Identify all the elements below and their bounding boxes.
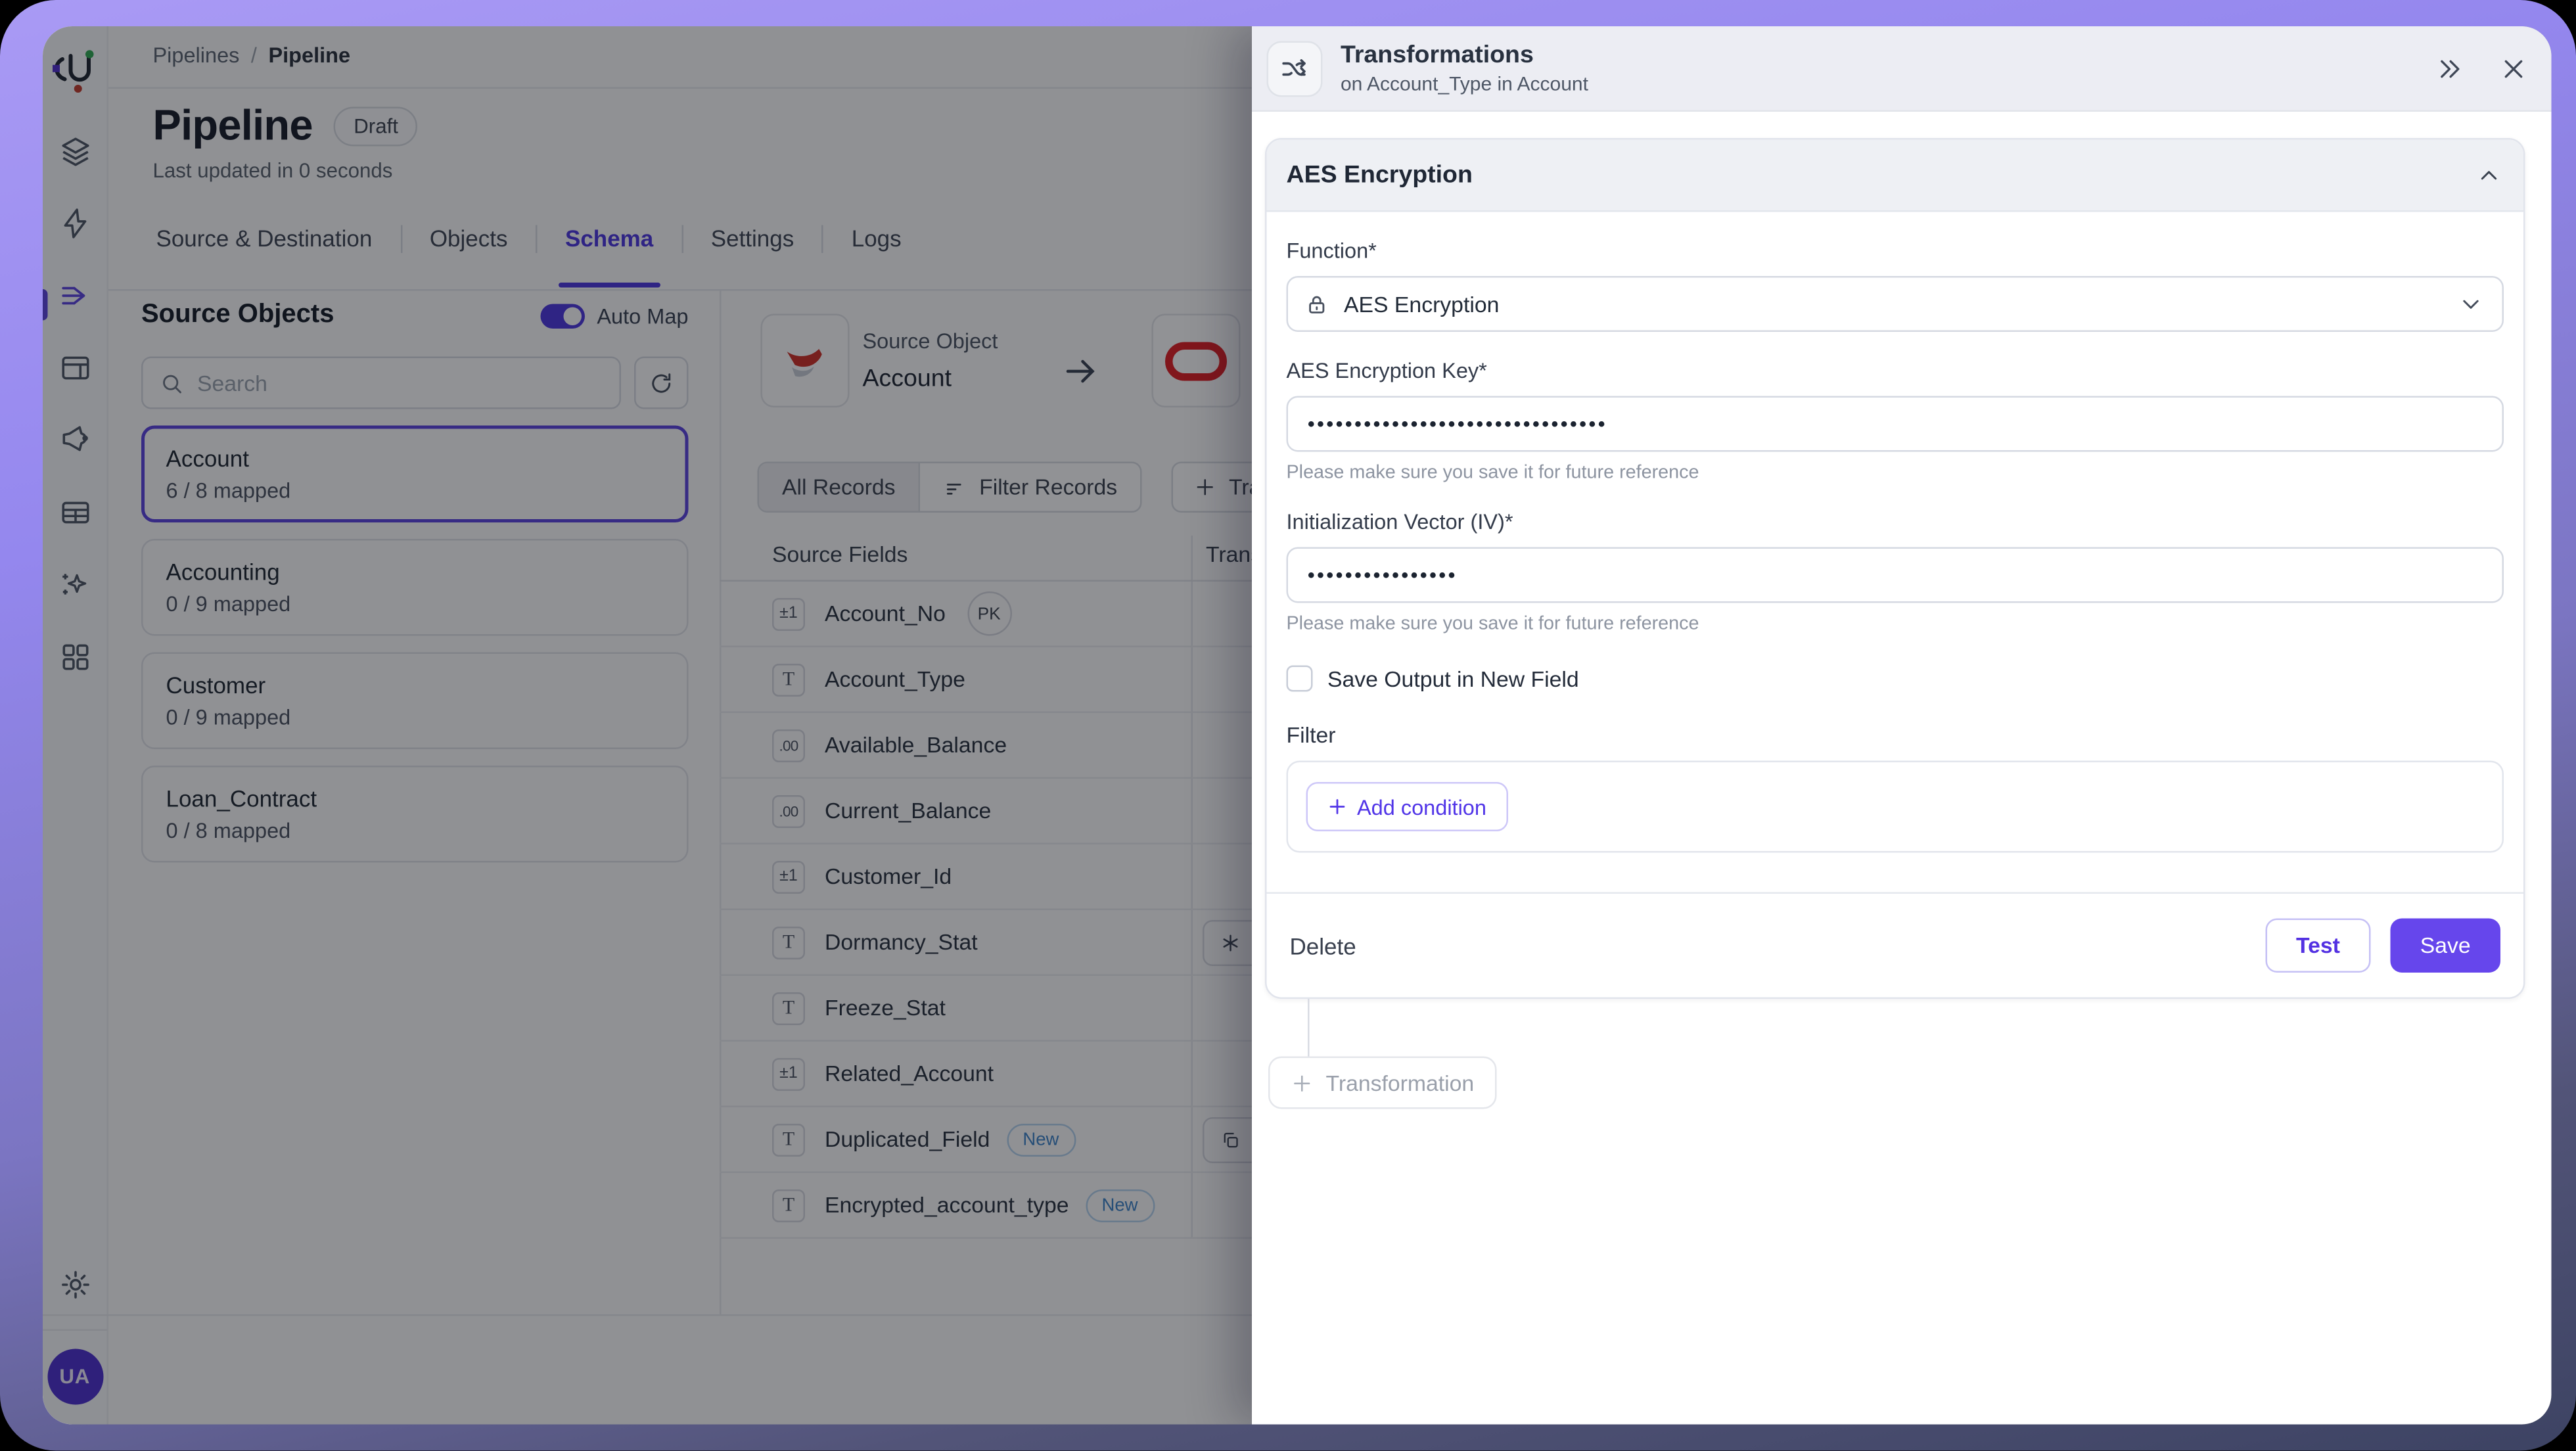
lock-icon	[1304, 292, 1329, 317]
add-transformation-button[interactable]: Transformation	[1268, 1057, 1497, 1109]
transformation-connector-line	[1308, 999, 1310, 1057]
plus-icon	[1291, 1072, 1313, 1094]
accordion-header[interactable]: AES Encryption	[1267, 140, 2524, 212]
drawer-title: Transformations	[1341, 41, 1588, 70]
function-label: Function*	[1287, 239, 2504, 264]
filter-conditions-box: Add condition	[1287, 761, 2504, 853]
filter-label: Filter	[1287, 723, 2504, 748]
save-button[interactable]: Save	[2391, 919, 2501, 973]
iv-label: Initialization Vector (IV)*	[1287, 509, 2504, 534]
iv-field[interactable]: ••••••••••••••••	[1287, 547, 2504, 603]
panel-footer: Delete Test Save	[1267, 892, 2524, 998]
app-window: UA Pipelines / Pipeline Pipeline Draft L…	[43, 26, 2552, 1425]
plus-icon	[1327, 797, 1347, 817]
shuffle-icon-button[interactable]	[1267, 40, 1323, 96]
chevron-down-icon	[2460, 292, 2483, 315]
shuffle-icon	[1280, 53, 1310, 83]
aes-encryption-panel: AES Encryption Function* AES Encryption …	[1265, 138, 2525, 999]
aes-key-helper: Please make sure you save it for future …	[1287, 463, 2504, 483]
aes-key-field[interactable]: ••••••••••••••••••••••••••••••••	[1287, 396, 2504, 452]
collapse-drawer-icon[interactable]	[2437, 55, 2463, 81]
iv-helper: Please make sure you save it for future …	[1287, 614, 2504, 634]
test-button[interactable]: Test	[2266, 919, 2371, 973]
drawer-subtitle: on Account_Type in Account	[1341, 72, 1588, 95]
drawer-header: Transformations on Account_Type in Accou…	[1252, 26, 2552, 112]
delete-button[interactable]: Delete	[1290, 933, 1356, 959]
save-output-checkbox[interactable]	[1287, 666, 1313, 692]
save-output-label: Save Output in New Field	[1327, 666, 1579, 691]
chevron-up-icon[interactable]	[2477, 164, 2500, 187]
function-value: AES Encryption	[1344, 292, 1499, 317]
aes-key-label: AES Encryption Key*	[1287, 358, 2504, 383]
close-icon[interactable]	[2500, 55, 2527, 81]
function-select[interactable]: AES Encryption	[1287, 276, 2504, 332]
transformations-drawer: Transformations on Account_Type in Accou…	[1252, 26, 2552, 1425]
accordion-title: AES Encryption	[1287, 161, 1473, 189]
add-condition-button[interactable]: Add condition	[1306, 782, 1508, 831]
